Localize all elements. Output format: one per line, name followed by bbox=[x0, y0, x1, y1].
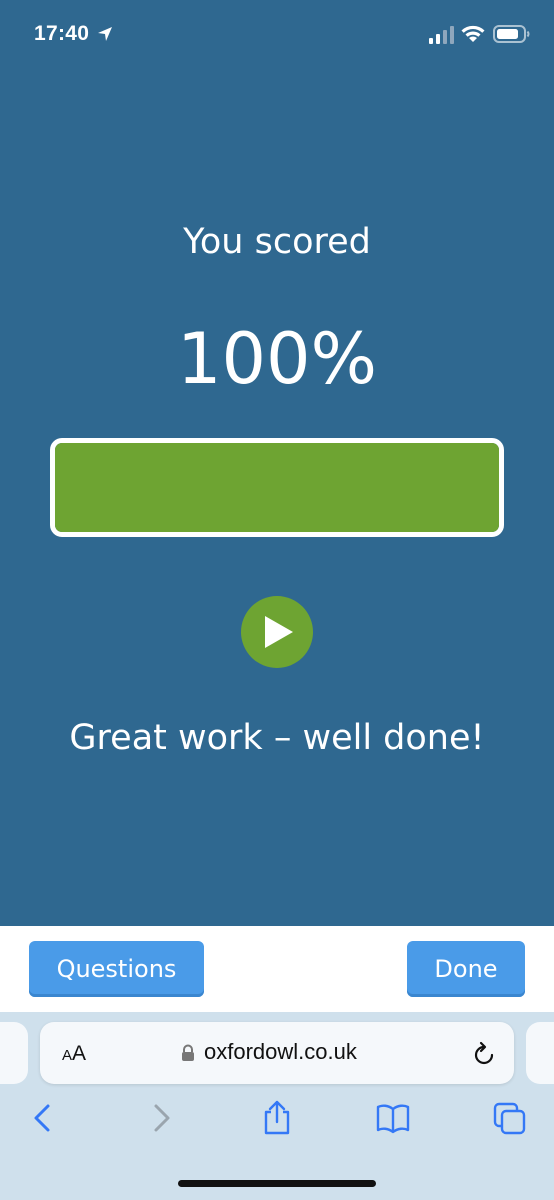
aa-small: A bbox=[62, 1047, 73, 1064]
done-button[interactable]: Done bbox=[407, 941, 525, 997]
score-label: You scored bbox=[183, 222, 371, 262]
next-tab-preview[interactable] bbox=[526, 1022, 554, 1084]
questions-button[interactable]: Questions bbox=[29, 941, 204, 997]
battery-icon bbox=[493, 25, 530, 43]
score-progress-bar bbox=[50, 438, 504, 537]
tabs-icon[interactable] bbox=[493, 1100, 527, 1136]
share-icon[interactable] bbox=[260, 1100, 294, 1136]
score-value: 100% bbox=[176, 318, 378, 400]
home-indicator[interactable] bbox=[178, 1180, 376, 1187]
url-text: oxfordowl.co.uk bbox=[204, 1039, 357, 1064]
forward-icon[interactable] bbox=[144, 1100, 178, 1136]
score-progress-fill bbox=[55, 443, 499, 532]
browser-toolbar: AA oxfordowl.co.uk bbox=[0, 1012, 554, 1200]
lock-icon bbox=[182, 1044, 194, 1061]
play-icon bbox=[265, 616, 293, 648]
address-bar[interactable]: AA oxfordowl.co.uk bbox=[40, 1022, 514, 1084]
play-button[interactable] bbox=[241, 596, 313, 668]
back-icon[interactable] bbox=[26, 1100, 60, 1136]
location-arrow-icon bbox=[98, 27, 112, 41]
text-size-button[interactable]: AA bbox=[62, 1042, 86, 1066]
wifi-icon bbox=[461, 25, 485, 42]
bookmarks-icon[interactable] bbox=[376, 1100, 410, 1136]
feedback-message: Great work – well done! bbox=[69, 718, 485, 758]
status-time: 17:40 bbox=[34, 22, 90, 45]
previous-tab-preview[interactable] bbox=[0, 1022, 28, 1084]
aa-large: A bbox=[72, 1042, 87, 1065]
app-toolbar: Questions Done bbox=[0, 926, 554, 1012]
signal-icon bbox=[429, 26, 454, 44]
reload-icon[interactable] bbox=[472, 1041, 496, 1067]
status-bar: 17:40 bbox=[0, 0, 554, 70]
